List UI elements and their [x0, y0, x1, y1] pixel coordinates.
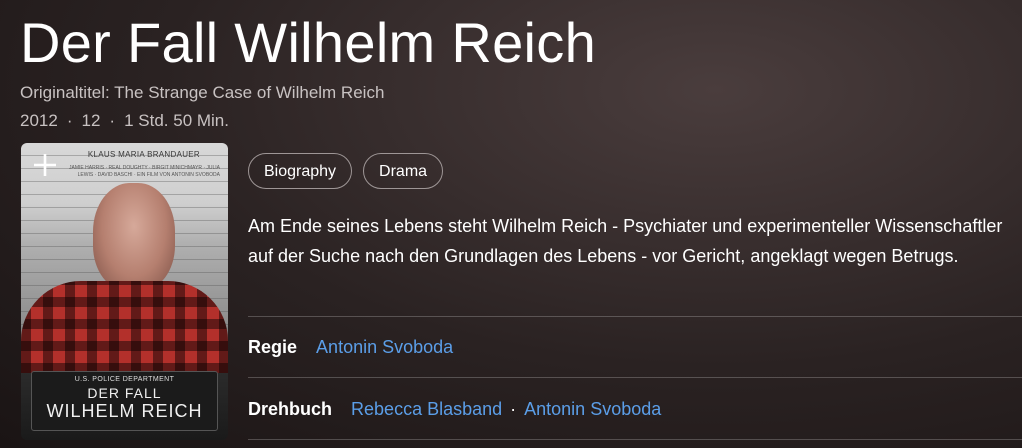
- divider: [248, 377, 1022, 378]
- poster-department: U.S. POLICE DEPARTMENT: [74, 376, 175, 383]
- poster-portrait: [93, 183, 175, 291]
- plus-icon[interactable]: [31, 151, 59, 179]
- poster-title-plate: U.S. POLICE DEPARTMENT DER FALL WILHELM …: [31, 371, 218, 431]
- movie-description: Am Ende seines Lebens steht Wilhelm Reic…: [248, 216, 1003, 266]
- original-title: Originaltitel: The Strange Case of Wilhe…: [20, 83, 385, 102]
- director-link[interactable]: Antonin Svoboda: [316, 337, 453, 357]
- poster-title-line1: DER FALL: [87, 385, 162, 401]
- writer-separator: ·: [510, 399, 517, 419]
- writer-link[interactable]: Rebecca Blasband: [351, 399, 502, 419]
- meta-separator: ·: [109, 111, 116, 130]
- divider: [248, 439, 1022, 440]
- genre-chip-biography[interactable]: Biography: [248, 153, 353, 189]
- writer-link[interactable]: Antonin Svoboda: [524, 399, 661, 419]
- director-label: Regie: [248, 337, 298, 357]
- page-title: Der Fall Wilhelm Reich: [20, 11, 597, 74]
- poster-shirt: [21, 281, 228, 373]
- movie-meta: 2012 · 12 · 1 Std. 50 Min.: [20, 111, 229, 131]
- genre-chips: Biography Drama: [248, 153, 444, 189]
- runtime: 1 Std. 50 Min.: [124, 111, 229, 130]
- genre-chip-drama[interactable]: Drama: [363, 153, 444, 189]
- movie-poster[interactable]: KLAUS MARIA BRANDAUER JAMIE HARRIS · REA…: [21, 143, 228, 440]
- director-row: Regie Antonin Svoboda: [248, 337, 453, 358]
- release-year: 2012: [20, 111, 58, 130]
- writers-label: Drehbuch: [248, 399, 333, 419]
- divider: [248, 316, 1022, 317]
- meta-separator: ·: [66, 111, 73, 130]
- writers-row: Drehbuch Rebecca Blasband · Antonin Svobod…: [248, 399, 661, 420]
- poster-title-line2: WILHELM REICH: [46, 401, 203, 421]
- age-rating: 12: [81, 111, 101, 130]
